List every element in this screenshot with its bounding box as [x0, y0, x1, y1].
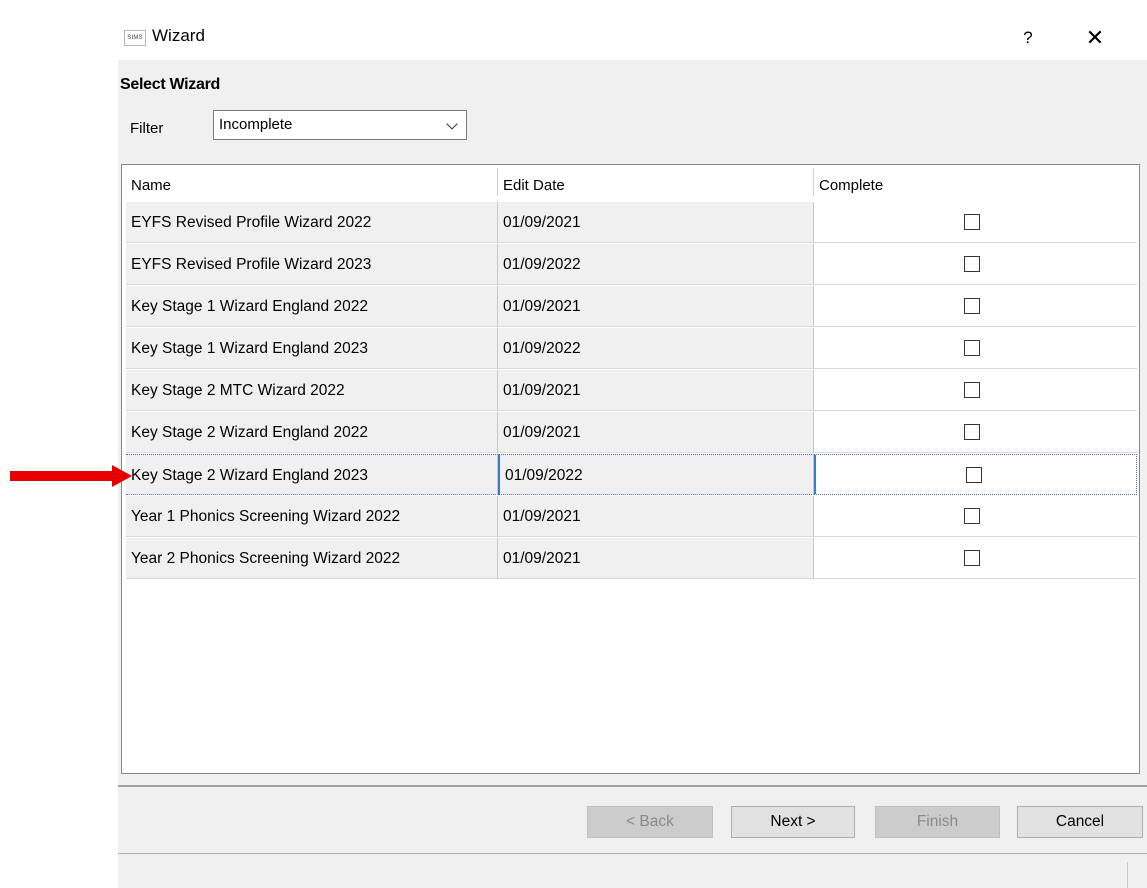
grid-header: Name Edit Date Complete — [126, 168, 1137, 196]
cell-complete — [814, 496, 1137, 537]
cell-name[interactable]: Year 1 Phonics Screening Wizard 2022 — [126, 496, 498, 537]
window-title: Wizard — [152, 26, 205, 45]
finish-button[interactable]: Finish — [875, 806, 1000, 838]
next-button[interactable]: Next > — [731, 806, 855, 838]
title-bar: SIMS Wizard ? ✕ — [118, 20, 1147, 60]
sims-app-icon: SIMS — [124, 30, 146, 46]
complete-checkbox[interactable] — [964, 508, 980, 524]
cell-edit-date[interactable]: 01/09/2021 — [498, 538, 814, 579]
status-bar — [118, 854, 1147, 888]
filter-label: Filter — [130, 120, 164, 137]
cell-complete — [814, 286, 1137, 327]
cell-edit-date[interactable]: 01/09/2022 — [498, 454, 814, 495]
chevron-down-icon — [446, 118, 458, 130]
complete-checkbox[interactable] — [964, 340, 980, 356]
cell-name[interactable]: Key Stage 2 MTC Wizard 2022 — [126, 370, 498, 411]
button-bar-separator — [118, 785, 1147, 787]
cell-name[interactable]: Year 2 Phonics Screening Wizard 2022 — [126, 538, 498, 579]
cell-complete — [814, 244, 1137, 285]
table-row[interactable]: EYFS Revised Profile Wizard 2023 01/09/20… — [126, 244, 1137, 286]
cell-edit-date[interactable]: 01/09/2021 — [498, 286, 814, 327]
table-row[interactable]: Key Stage 1 Wizard England 2022 01/09/202… — [126, 286, 1137, 328]
cell-edit-date[interactable]: 01/09/2022 — [498, 328, 814, 369]
table-row[interactable]: Key Stage 2 Wizard England 2022 01/09/202… — [126, 412, 1137, 454]
cell-complete — [814, 202, 1137, 243]
close-button[interactable]: ✕ — [1078, 24, 1112, 52]
filter-selected-value: Incomplete — [219, 116, 293, 133]
complete-checkbox[interactable] — [964, 256, 980, 272]
complete-checkbox[interactable] — [964, 550, 980, 566]
column-header-name[interactable]: Name — [126, 168, 498, 196]
red-arrow-annotation — [10, 465, 132, 487]
complete-checkbox[interactable] — [964, 298, 980, 314]
wizard-client-area: Select Wizard Filter Incomplete Name Edi… — [118, 60, 1147, 888]
arrow-shaft — [10, 471, 114, 481]
table-row[interactable]: Key Stage 2 Wizard England 2023 01/09/202… — [126, 454, 1137, 496]
resize-grip[interactable] — [1127, 862, 1128, 888]
complete-checkbox[interactable] — [964, 214, 980, 230]
cell-complete — [814, 454, 1137, 495]
cancel-button[interactable]: Cancel — [1017, 806, 1143, 838]
cell-name[interactable]: Key Stage 1 Wizard England 2022 — [126, 286, 498, 327]
column-header-complete[interactable]: Complete — [814, 168, 1137, 196]
cell-complete — [814, 412, 1137, 453]
cell-complete — [814, 328, 1137, 369]
table-row[interactable]: Key Stage 2 MTC Wizard 2022 01/09/2021 — [126, 370, 1137, 412]
column-header-edit-date[interactable]: Edit Date — [498, 168, 814, 196]
complete-checkbox[interactable] — [966, 467, 982, 483]
filter-dropdown[interactable]: Incomplete — [213, 110, 467, 140]
wizard-grid: Name Edit Date Complete EYFS Revised Pro… — [121, 164, 1140, 774]
complete-checkbox[interactable] — [964, 424, 980, 440]
table-row[interactable]: Year 2 Phonics Screening Wizard 2022 01/0… — [126, 538, 1137, 580]
table-row[interactable]: EYFS Revised Profile Wizard 2022 01/09/20… — [126, 202, 1137, 244]
back-button[interactable]: < Back — [587, 806, 713, 838]
help-button[interactable]: ? — [1013, 24, 1043, 52]
cell-name[interactable]: Key Stage 1 Wizard England 2023 — [126, 328, 498, 369]
grid-rows: EYFS Revised Profile Wizard 2022 01/09/20… — [126, 202, 1137, 580]
table-row[interactable]: Key Stage 1 Wizard England 2023 01/09/202… — [126, 328, 1137, 370]
cell-edit-date[interactable]: 01/09/2021 — [498, 412, 814, 453]
cell-edit-date[interactable]: 01/09/2021 — [498, 496, 814, 537]
cell-complete — [814, 538, 1137, 579]
cell-edit-date[interactable]: 01/09/2022 — [498, 244, 814, 285]
arrow-head — [112, 465, 132, 487]
cell-name[interactable]: EYFS Revised Profile Wizard 2022 — [126, 202, 498, 243]
section-title: Select Wizard — [120, 76, 220, 93]
cell-complete — [814, 370, 1137, 411]
cell-edit-date[interactable]: 01/09/2021 — [498, 370, 814, 411]
table-row[interactable]: Year 1 Phonics Screening Wizard 2022 01/0… — [126, 496, 1137, 538]
cell-name[interactable]: Key Stage 2 Wizard England 2023 — [126, 454, 498, 495]
cell-edit-date[interactable]: 01/09/2021 — [498, 202, 814, 243]
complete-checkbox[interactable] — [964, 382, 980, 398]
cell-name[interactable]: Key Stage 2 Wizard England 2022 — [126, 412, 498, 453]
cell-name[interactable]: EYFS Revised Profile Wizard 2023 — [126, 244, 498, 285]
